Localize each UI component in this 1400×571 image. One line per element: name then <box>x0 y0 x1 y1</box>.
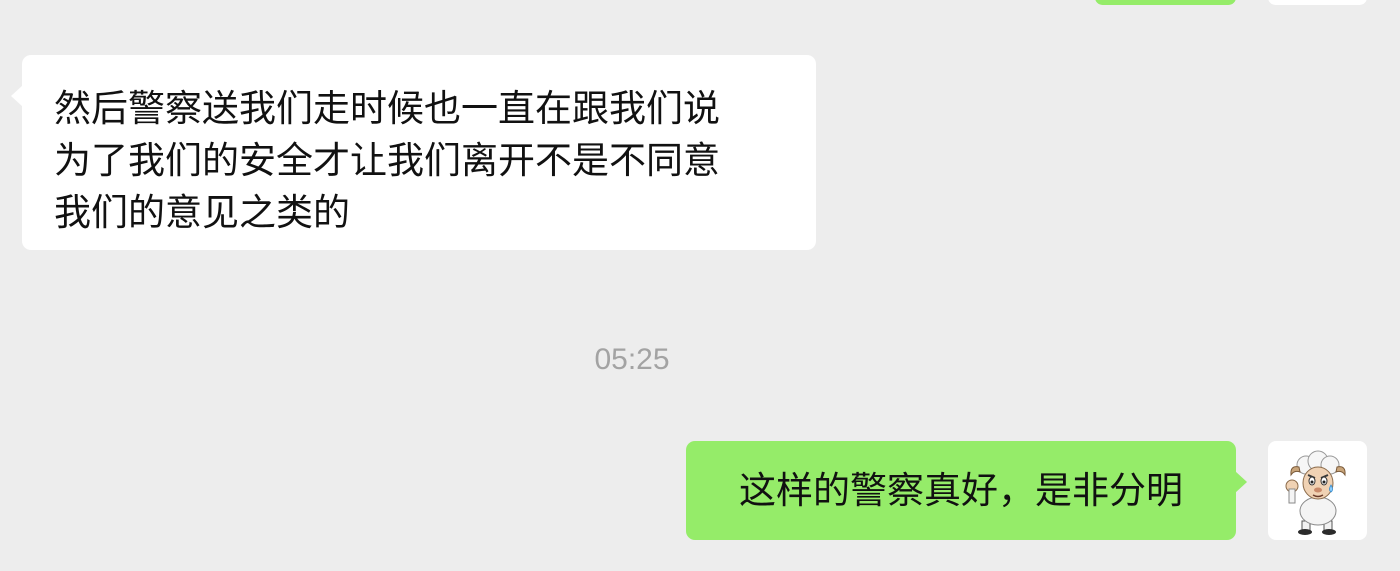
user-avatar[interactable] <box>1268 441 1367 540</box>
outgoing-message-bubble[interactable]: 这样的警察真好，是非分明 <box>686 441 1247 540</box>
previous-outgoing-bubble-partial[interactable] <box>1095 0 1236 5</box>
outgoing-message-text: 这样的警察真好，是非分明 <box>739 468 1183 512</box>
message-timestamp: 05:25 <box>594 343 670 376</box>
incoming-message-text: 然后警察送我们走时候也一直在跟我们说 为了我们的安全才让我们离开不是不同意 我们… <box>54 87 720 234</box>
incoming-message-bubble[interactable]: 然后警察送我们走时候也一直在跟我们说 为了我们的安全才让我们离开不是不同意 我们… <box>11 55 816 250</box>
cartoon-sheep-avatar-icon <box>1285 450 1346 535</box>
previous-avatar-partial[interactable] <box>1268 0 1367 5</box>
